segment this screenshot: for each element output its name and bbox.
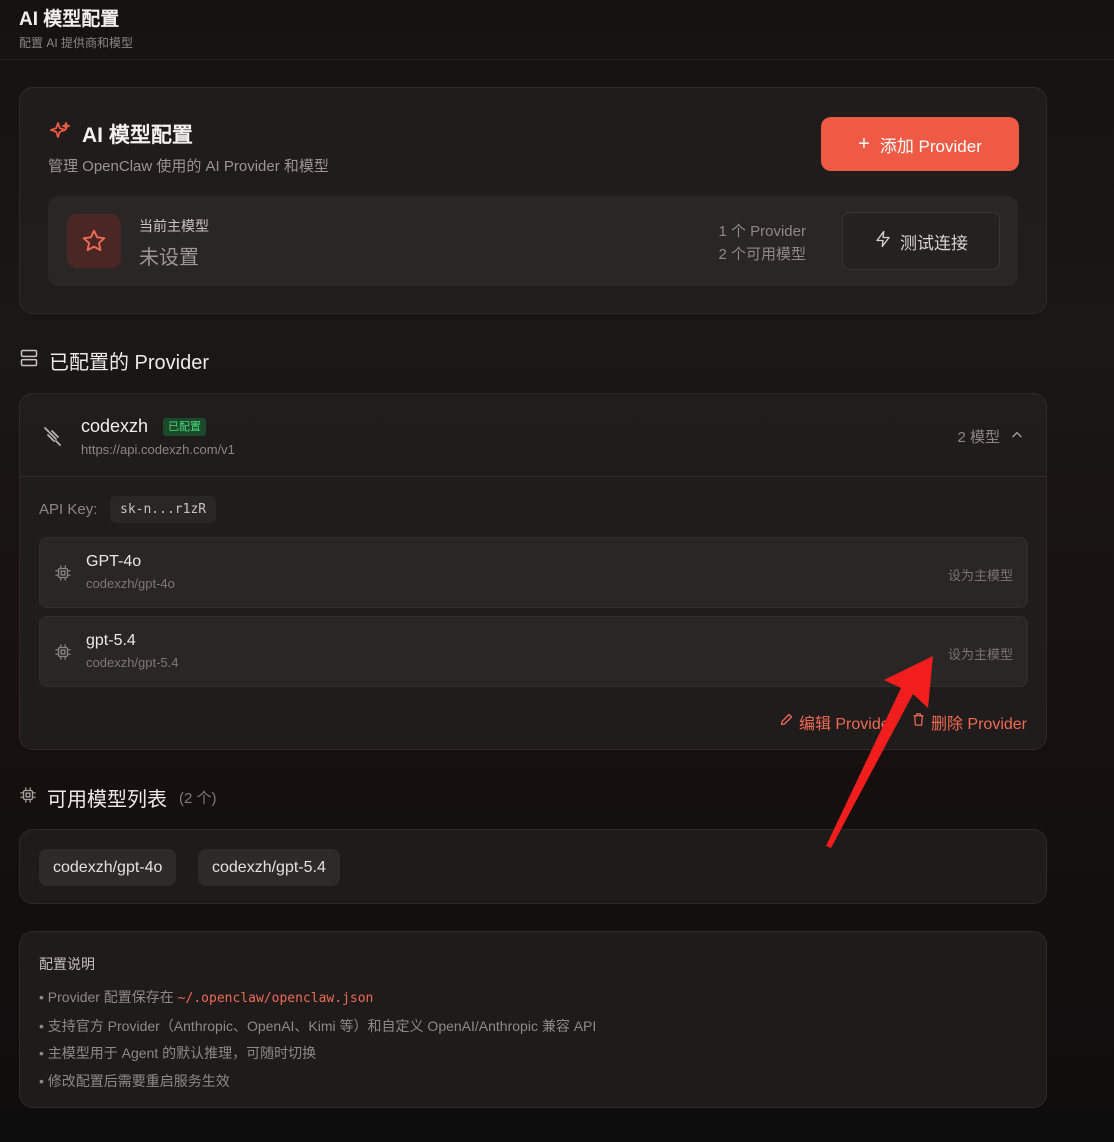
model-name: gpt-5.4: [86, 632, 136, 649]
models-section-title: 可用模型列表: [47, 789, 167, 811]
star-icon: [67, 214, 121, 268]
delete-provider-button[interactable]: 删除 Provider: [911, 710, 1027, 734]
chevron-up-icon[interactable]: [1010, 428, 1024, 446]
sparkles-icon: [48, 120, 72, 149]
provider-model-count: 2 模型: [957, 426, 1024, 447]
edit-provider-button[interactable]: 编辑 Provider: [779, 710, 895, 734]
model-row: GPT-4o codexzh/gpt-4o 设为主模型: [39, 537, 1028, 608]
providers-section-header: 已配置的 Provider: [19, 346, 209, 375]
trash-icon: [911, 712, 926, 732]
page-subtitle: 配置 AI 提供商和模型: [19, 36, 134, 50]
provider-name: codexzh: [81, 416, 149, 436]
cpu-icon: [54, 564, 72, 587]
zap-icon: [874, 230, 892, 253]
main-model-value: 未设置: [139, 247, 199, 269]
provider-card: codexzh 已配置 https://api.codexzh.com/v1 2…: [19, 393, 1047, 750]
add-provider-button[interactable]: + 添加 Provider: [821, 117, 1019, 171]
model-stats: 1 个 Provider 2 个可用模型: [718, 220, 806, 266]
provider-count: 1 个 Provider: [718, 223, 806, 240]
plug-icon: [41, 424, 65, 453]
model-row: gpt-5.4 codexzh/gpt-5.4 设为主模型: [39, 616, 1028, 687]
api-key-label: API Key:: [39, 501, 98, 518]
card-subtitle: 管理 OpenClaw 使用的 AI Provider 和模型: [48, 158, 329, 175]
top-bar: AI 模型配置 配置 AI 提供商和模型: [0, 0, 1114, 60]
model-chip: codexzh/gpt-5.4: [198, 849, 340, 886]
model-id: codexzh/gpt-5.4: [86, 655, 179, 670]
provider-actions: 编辑 Provider 删除 Provider: [779, 710, 1027, 734]
note-text: • Provider 配置保存在: [39, 989, 178, 1005]
status-badge: 已配置: [163, 418, 206, 436]
delete-provider-label: 删除 Provider: [930, 716, 1027, 733]
plus-icon: +: [858, 133, 870, 155]
note-item: • 支持官方 Provider（Anthropic、OpenAI、Kimi 等）…: [39, 1017, 597, 1034]
models-section-count: (2 个): [179, 790, 217, 807]
api-key-value: sk-n...r1zR: [110, 496, 217, 523]
page-title: AI 模型配置: [19, 9, 120, 30]
card-title: AI 模型配置: [82, 124, 193, 147]
models-section-header: 可用模型列表 (2 个): [19, 783, 217, 812]
test-connection-label: 测试连接: [900, 233, 968, 253]
config-path: ~/.openclaw/openclaw.json: [177, 991, 374, 1006]
config-notes-card: 配置说明 • Provider 配置保存在 ~/.openclaw/opencl…: [19, 931, 1047, 1108]
set-primary-model-button[interactable]: 设为主模型: [948, 644, 1013, 663]
model-name: GPT-4o: [86, 553, 142, 570]
pencil-icon: [779, 712, 794, 732]
edit-provider-label: 编辑 Provider: [798, 716, 895, 733]
available-models-card: codexzh/gpt-4o codexzh/gpt-5.4: [19, 829, 1047, 904]
server-icon: [19, 348, 39, 374]
model-chip: codexzh/gpt-4o: [39, 849, 177, 886]
note-item: • 主模型用于 Agent 的默认推理，可随时切换: [39, 1045, 317, 1061]
main-model-panel: 当前主模型 未设置 1 个 Provider 2 个可用模型 测试连接: [48, 196, 1018, 286]
note-item: • 修改配置后需要重启服务生效: [39, 1072, 230, 1089]
model-count-label: 2 模型: [957, 429, 1000, 446]
ai-config-card: AI 模型配置 管理 OpenClaw 使用的 AI Provider 和模型 …: [19, 87, 1047, 314]
available-model-count: 2 个可用模型: [718, 246, 806, 263]
model-id: codexzh/gpt-4o: [86, 576, 175, 591]
cpu-icon: [54, 643, 72, 666]
providers-section-title: 已配置的 Provider: [49, 352, 210, 374]
set-primary-model-button[interactable]: 设为主模型: [948, 565, 1013, 584]
provider-header[interactable]: codexzh 已配置 https://api.codexzh.com/v1 2…: [20, 394, 1046, 477]
cpu-icon: [19, 786, 37, 810]
note-item: • Provider 配置保存在 ~/.openclaw/openclaw.js…: [39, 984, 1027, 1013]
main-model-label: 当前主模型: [139, 218, 209, 234]
add-provider-label: 添加 Provider: [879, 136, 982, 156]
provider-url: https://api.codexzh.com/v1: [81, 442, 235, 457]
notes-title: 配置说明: [39, 956, 95, 972]
test-connection-button[interactable]: 测试连接: [842, 212, 1000, 270]
